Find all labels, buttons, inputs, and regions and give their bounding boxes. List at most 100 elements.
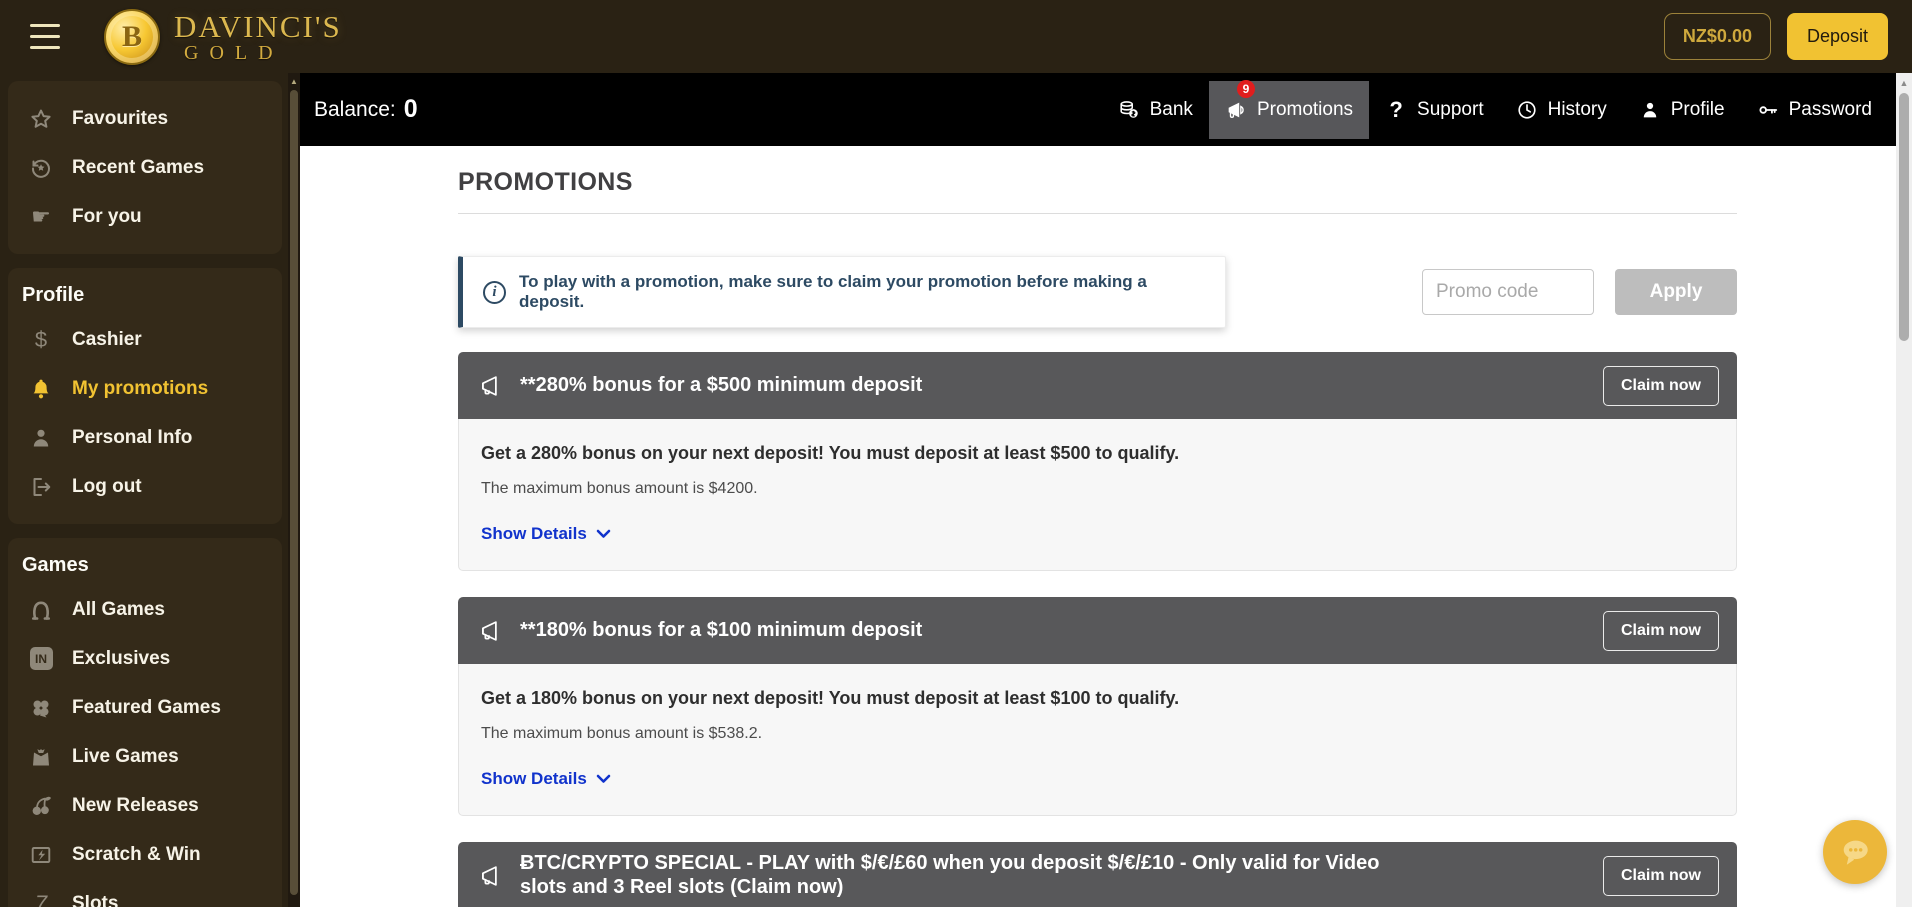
nav-item-profile[interactable]: Profile [1623,81,1741,139]
key-icon [1757,99,1779,121]
show-details-link[interactable]: Show Details [481,769,611,789]
sidebar: Favourites Recent Games ☛ For you Profil… [0,73,288,907]
sidebar-item-featured-games[interactable]: Featured Games [8,683,282,732]
sidebar-item-label: My promotions [72,377,209,399]
scratch-ticket-icon [26,843,56,867]
promotion-title: **180% bonus for a $100 minimum deposit [520,618,923,641]
star-icon [26,107,56,131]
scroll-up-arrow-icon[interactable]: ▲ [1896,73,1912,88]
sidebar-item-exclusives[interactable]: IN Exclusives [8,634,282,683]
title-divider [458,213,1737,214]
sidebar-item-scratch-win[interactable]: Scratch & Win [8,830,282,879]
history-star-icon [26,156,56,180]
brand-line2: GOLD [184,41,284,64]
chevron-down-icon [596,774,611,783]
live-chat-button[interactable] [1823,820,1887,884]
sidebar-item-my-promotions[interactable]: My promotions [8,364,282,413]
promotion-card-header: ɃTC/CRYPTO SPECIAL - PLAY with $/€/£60 w… [458,842,1737,907]
account-nav-items: Bank 9 Promotions ? Support History Prof… [1102,79,1888,139]
promotion-title: **280% bonus for a $500 minimum deposit [520,373,923,396]
megaphone-icon [1225,99,1247,121]
sidebar-scrollbar-thumb[interactable] [290,90,298,895]
promotion-description: Get a 280% bonus on your next deposit! Y… [481,443,1180,463]
info-icon: i [483,280,506,304]
sidebar-section-title-profile: Profile [22,284,85,306]
balance-button[interactable]: NZ$0.00 [1663,13,1771,60]
sidebar-item-label: Featured Games [72,696,221,718]
coins-icon [1118,99,1140,121]
promotion-card-body: Get a 180% bonus on your next deposit! Y… [458,664,1737,816]
coin-logo-icon: B [104,8,160,65]
nav-item-promotions[interactable]: 9 Promotions [1208,79,1370,139]
promotions-list: **280% bonus for a $500 minimum deposit … [458,352,1737,907]
page-scrollbar-thumb[interactable] [1899,93,1909,341]
promotion-card: ɃTC/CRYPTO SPECIAL - PLAY with $/€/£60 w… [458,842,1737,907]
sidebar-item-label: Cashier [72,328,142,350]
sidebar-item-label: Scratch & Win [72,843,201,865]
deposit-button[interactable]: Deposit [1786,13,1888,60]
header-actions: NZ$0.00 Deposit [1663,13,1888,60]
nav-item-history[interactable]: History [1500,81,1623,139]
dollar-icon: $ [34,326,48,352]
sidebar-item-for-you[interactable]: ☛ For you [8,192,282,241]
sidebar-item-label: Slots [72,892,119,907]
sidebar-item-recent-games[interactable]: Recent Games [8,143,282,192]
scroll-up-arrow-icon[interactable]: ▲ [288,73,300,86]
sidebar-item-label: All Games [72,598,165,620]
sidebar-item-log-out[interactable]: Log out [8,462,282,511]
nav-item-label: Promotions [1256,98,1354,120]
megaphone-icon [476,373,506,399]
sidebar-item-label: Exclusives [72,647,171,669]
chat-bubble-icon [1843,840,1868,865]
promotion-card: **180% bonus for a $100 minimum deposit … [458,597,1737,816]
sidebar-item-label: Favourites [72,107,169,129]
sidebar-scrollbar[interactable]: ▲ [288,73,300,907]
promotion-card-header: **180% bonus for a $100 minimum deposit … [458,597,1737,664]
sidebar-item-slots[interactable]: 7 Slots [8,879,282,907]
page-scrollbar[interactable]: ▲ [1896,73,1912,907]
clock-icon [1516,99,1538,121]
balance-label: Balance: [314,97,396,121]
sidebar-item-label: Recent Games [72,156,205,178]
promotion-max-bonus: The maximum bonus amount is $4200. [481,480,758,497]
promo-code-form: Apply [1422,269,1737,315]
exclusives-in-icon: IN [26,647,56,670]
cherry-icon [26,794,56,818]
menu-icon[interactable] [30,24,64,49]
promotion-card-body: Get a 280% bonus on your next deposit! Y… [458,419,1737,571]
promo-code-input[interactable] [1422,269,1594,315]
info-banner: i To play with a promotion, make sure to… [458,256,1226,328]
question-mark-icon: ? [1389,96,1403,122]
nav-item-password[interactable]: Password [1741,81,1888,139]
claim-now-button[interactable]: Claim now [1602,365,1719,406]
balance-value: 0 [403,95,418,123]
show-details-link[interactable]: Show Details [481,524,611,544]
promotion-card-header: **280% bonus for a $500 minimum deposit … [458,352,1737,419]
sidebar-group-games: Games All Games IN Exclusives Featured G… [8,538,282,907]
person-icon [1639,99,1661,121]
slots-seven-icon: 7 [34,890,48,907]
sidebar-item-all-games[interactable]: All Games [8,585,282,634]
nav-item-support[interactable]: ? Support [1369,81,1500,139]
coin-letter: B [121,19,142,53]
sidebar-item-favourites[interactable]: Favourites [8,94,282,143]
sidebar-item-label: Live Games [72,745,179,767]
brand-logo[interactable]: B DAVINCI'S GOLD [104,8,342,65]
sidebar-item-personal-info[interactable]: Personal Info [8,413,282,462]
nav-item-bank[interactable]: Bank [1102,81,1209,139]
megaphone-icon [476,863,506,889]
promotion-description: Get a 180% bonus on your next deposit! Y… [481,688,1180,708]
logout-icon [26,475,56,499]
nav-item-label: Bank [1149,98,1193,120]
balance-display: Balance: 0 [314,95,418,124]
nav-item-label: Profile [1670,98,1725,120]
sidebar-group-profile: Profile $ Cashier My promotions Personal… [8,268,282,524]
claim-now-button[interactable]: Claim now [1602,855,1719,896]
apply-button[interactable]: Apply [1615,269,1737,315]
claim-now-button[interactable]: Claim now [1602,610,1719,651]
sidebar-item-cashier[interactable]: $ Cashier [8,315,282,364]
sidebar-group-quicklinks: Favourites Recent Games ☛ For you [8,81,282,254]
sidebar-item-new-releases[interactable]: New Releases [8,781,282,830]
sidebar-item-live-games[interactable]: Live Games [8,732,282,781]
nav-item-label: Support [1417,98,1484,120]
